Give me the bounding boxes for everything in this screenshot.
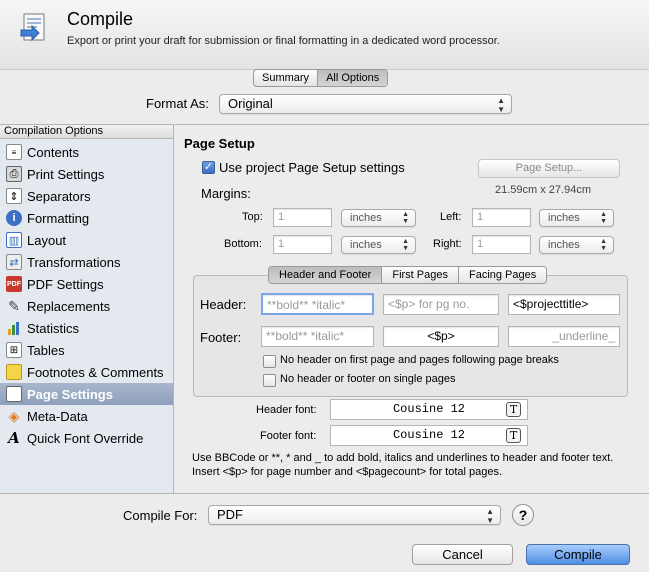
- tab-first-pages[interactable]: First Pages: [382, 267, 459, 283]
- sidebar-item-transformations[interactable]: ⇄ Transformations: [0, 251, 173, 273]
- printer-icon: ⎙: [6, 166, 22, 182]
- tab-all-options[interactable]: All Options: [318, 70, 388, 86]
- margin-left-unit-popup[interactable]: inches ▲ ▼: [539, 209, 614, 227]
- sidebar-item-quick-font-override[interactable]: A Quick Font Override: [0, 427, 173, 449]
- transformations-icon: ⇄: [6, 254, 22, 270]
- compile-app-icon: [18, 10, 52, 44]
- popup-arrows-icon: ▲ ▼: [600, 211, 607, 225]
- header-center-input[interactable]: <$p> for pg no.: [383, 294, 499, 315]
- no-header-single-pages-checkbox[interactable]: [263, 374, 276, 387]
- help-button[interactable]: ?: [512, 504, 534, 526]
- tables-icon: ⊞: [6, 342, 22, 358]
- margin-bottom-input[interactable]: 1: [273, 235, 332, 254]
- cancel-button[interactable]: Cancel: [412, 544, 513, 565]
- margin-bottom-unit-popup[interactable]: inches ▲ ▼: [341, 236, 416, 254]
- statistics-icon: [6, 320, 22, 336]
- window-subtitle: Export or print your draft for submissio…: [67, 35, 500, 47]
- margin-top-label: Top:: [242, 211, 263, 223]
- tag-icon: ◈: [8, 407, 20, 424]
- sidebar-item-formatting[interactable]: i Formatting: [0, 207, 173, 229]
- tab-summary[interactable]: Summary: [254, 70, 319, 86]
- sidebar-header: Compilation Options: [0, 125, 173, 139]
- tab-header-and-footer[interactable]: Header and Footer: [269, 267, 383, 283]
- font-icon: A: [8, 429, 20, 447]
- sidebar-item-tables[interactable]: ⊞ Tables: [0, 339, 173, 361]
- sidebar-item-page-settings[interactable]: Page Settings: [0, 383, 173, 405]
- window-title: Compile: [67, 9, 134, 29]
- header-right-input[interactable]: <$projecttitle>: [508, 294, 620, 315]
- use-project-page-setup-label: Use project Page Setup settings: [219, 160, 405, 175]
- format-as-label: Format As:: [146, 96, 209, 111]
- font-picker-icon[interactable]: T: [506, 428, 521, 443]
- footer-label: Footer:: [200, 330, 242, 345]
- footer-separator: [0, 493, 649, 494]
- compile-button[interactable]: Compile: [526, 544, 630, 565]
- use-project-page-setup-checkbox[interactable]: ✓: [202, 161, 215, 174]
- margin-right-input[interactable]: 1: [472, 235, 531, 254]
- footer-font-field[interactable]: Cousine 12 T: [330, 425, 528, 446]
- compile-for-popup[interactable]: PDF ▲ ▼: [208, 505, 501, 525]
- page-setup-button[interactable]: Page Setup...: [478, 159, 620, 178]
- popup-arrows-icon: ▲ ▼: [486, 507, 494, 525]
- header-label: Header:: [200, 297, 247, 312]
- margin-left-label: Left:: [440, 211, 462, 223]
- sidebar-item-layout[interactable]: ▥ Layout: [0, 229, 173, 251]
- margin-top-unit-popup[interactable]: inches ▲ ▼: [341, 209, 416, 227]
- compile-for-label: Compile For:: [123, 508, 198, 523]
- margin-top-input[interactable]: 1: [273, 208, 332, 227]
- compile-for-value: PDF: [217, 507, 243, 522]
- replacements-icon: ✎: [8, 297, 20, 314]
- footnotes-icon: [6, 364, 22, 380]
- bbcode-help-text: Use BBCode or **, * and _ to add bold, i…: [192, 452, 614, 478]
- font-picker-icon[interactable]: T: [506, 402, 521, 417]
- layout-icon: ▥: [6, 232, 22, 248]
- sidebar-item-separators[interactable]: ⇕ Separators: [0, 185, 173, 207]
- sidebar-item-footnotes-comments[interactable]: Footnotes & Comments: [0, 361, 173, 383]
- sidebar-item-print-settings[interactable]: ⎙ Print Settings: [0, 163, 173, 185]
- footer-left-input[interactable]: **bold** *italic*: [261, 326, 374, 347]
- window-header: Compile Export or print your draft for s…: [0, 0, 649, 70]
- popup-arrows-icon: ▲ ▼: [402, 238, 409, 252]
- no-header-first-page-checkbox[interactable]: [263, 355, 276, 368]
- page-setup-heading: Page Setup: [184, 136, 255, 151]
- sidebar-item-pdf-settings[interactable]: PDF PDF Settings: [0, 273, 173, 295]
- page-settings-icon: [6, 386, 22, 402]
- popup-arrows-icon: ▲ ▼: [600, 238, 607, 252]
- sidebar-item-statistics[interactable]: Statistics: [0, 317, 173, 339]
- formatting-icon: i: [6, 210, 22, 226]
- tab-facing-pages[interactable]: Facing Pages: [459, 267, 546, 283]
- format-as-popup[interactable]: Original ▲ ▼: [219, 94, 512, 114]
- footer-font-label: Footer font:: [260, 430, 317, 442]
- paper-size-readout: 21.59cm x 27.94cm: [495, 184, 591, 196]
- margins-label: Margins:: [201, 186, 251, 201]
- header-footer-tabs: Header and Footer First Pages Facing Pag…: [268, 266, 548, 284]
- separators-icon: ⇕: [6, 188, 22, 204]
- popup-arrows-icon: ▲ ▼: [497, 96, 505, 114]
- sidebar-item-meta-data[interactable]: ◈ Meta-Data: [0, 405, 173, 427]
- format-as-value: Original: [228, 96, 273, 111]
- margin-bottom-label: Bottom:: [224, 238, 262, 250]
- compilation-options-sidebar: Compilation Options ≡ Contents ⎙ Print S…: [0, 124, 174, 493]
- header-font-label: Header font:: [256, 404, 317, 416]
- footer-center-input[interactable]: <$p>: [383, 326, 499, 347]
- view-mode-segmented-control: Summary All Options: [253, 69, 389, 87]
- sidebar-item-contents[interactable]: ≡ Contents: [0, 141, 173, 163]
- header-font-field[interactable]: Cousine 12 T: [330, 399, 528, 420]
- sidebar-item-replacements[interactable]: ✎ Replacements: [0, 295, 173, 317]
- margin-left-input[interactable]: 1: [472, 208, 531, 227]
- no-header-first-page-label: No header on first page and pages follow…: [280, 354, 559, 366]
- header-left-input[interactable]: **bold** *italic*: [261, 293, 374, 315]
- margin-right-label: Right:: [433, 238, 462, 250]
- no-header-single-pages-label: No header or footer on single pages: [280, 373, 456, 385]
- contents-icon: ≡: [6, 144, 22, 160]
- margin-right-unit-popup[interactable]: inches ▲ ▼: [539, 236, 614, 254]
- popup-arrows-icon: ▲ ▼: [402, 211, 409, 225]
- footer-right-input[interactable]: _underline_: [508, 326, 620, 347]
- pdf-icon: PDF: [6, 276, 22, 292]
